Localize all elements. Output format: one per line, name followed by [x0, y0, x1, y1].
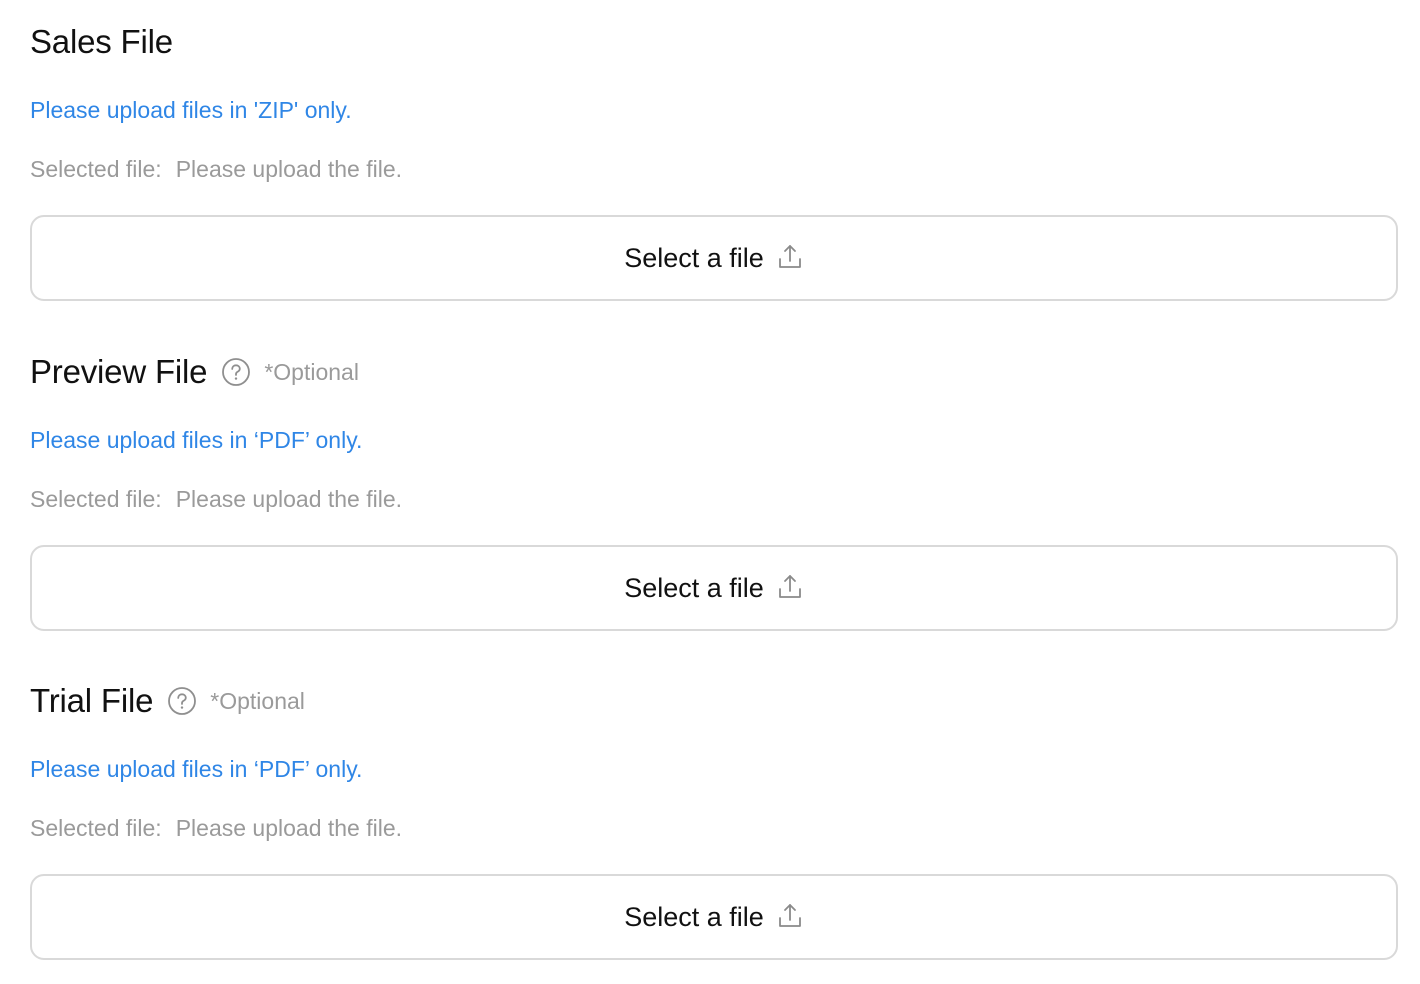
select-file-button[interactable]: Select a file: [30, 215, 1398, 301]
selected-file-value: Please upload the file.: [175, 815, 403, 841]
question-circle-icon[interactable]: [167, 686, 197, 716]
question-circle-icon[interactable]: [221, 357, 251, 387]
upload-icon: [776, 902, 804, 930]
upload-icon: [776, 573, 804, 601]
preview-file-header: Preview File *Optional: [30, 350, 359, 394]
selected-file-value: Please upload the file.: [175, 486, 403, 512]
file-type-hint: Please upload files in ‘PDF’ only.: [30, 756, 363, 782]
selected-file-value: Please upload the file.: [175, 156, 403, 182]
selected-file-status: Selected file: Please upload the file.: [30, 815, 402, 842]
trial-file-header: Trial File *Optional: [30, 679, 305, 723]
file-type-hint: Please upload files in 'ZIP' only.: [30, 97, 352, 123]
selected-file-status: Selected file: Please upload the file.: [30, 486, 402, 513]
select-file-button[interactable]: Select a file: [30, 545, 1398, 631]
selected-file-label: Selected file:: [30, 486, 162, 512]
selected-file-status: Selected file: Please upload the file.: [30, 156, 402, 183]
selected-file-label: Selected file:: [30, 156, 162, 182]
sales-file-header: Sales File: [30, 20, 173, 64]
file-type-hint: Please upload files in ‘PDF’ only.: [30, 427, 363, 453]
optional-label: *Optional: [210, 687, 305, 714]
section-title: Preview File: [30, 353, 208, 390]
section-title: Sales File: [30, 23, 173, 60]
selected-file-label: Selected file:: [30, 815, 162, 841]
upload-icon: [776, 243, 804, 271]
optional-label: *Optional: [264, 358, 359, 385]
select-file-button[interactable]: Select a file: [30, 874, 1398, 960]
section-title: Trial File: [30, 682, 154, 719]
select-file-label: Select a file: [624, 901, 764, 932]
select-file-label: Select a file: [624, 242, 764, 273]
select-file-label: Select a file: [624, 572, 764, 603]
